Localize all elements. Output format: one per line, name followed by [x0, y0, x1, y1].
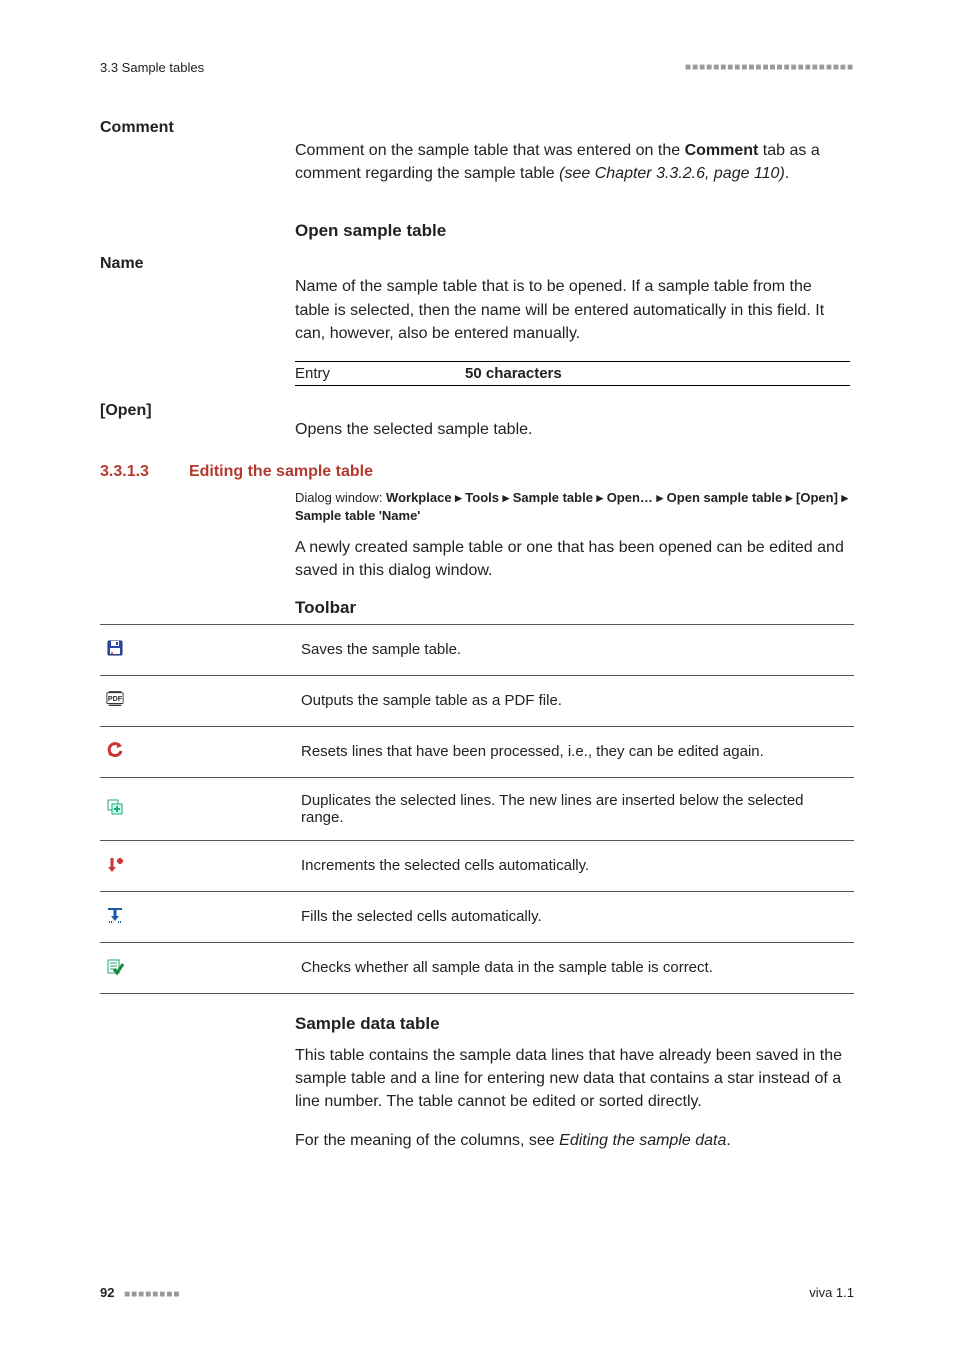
- page-footer: 92 ■■■■■■■■ viva 1.1: [100, 1285, 854, 1300]
- sample-data-table-heading: Sample data table: [295, 1014, 850, 1034]
- comment-text: Comment on the sample table that was ent…: [295, 139, 850, 185]
- name-text: Name of the sample table that is to be o…: [295, 275, 850, 345]
- dialog-path-row: Dialog window: Workplace ▸ Tools ▸ Sampl…: [100, 489, 854, 620]
- open-label: [Open]: [100, 402, 295, 420]
- editing-intro: A newly created sample table or one that…: [295, 536, 850, 582]
- sample-data-table-p2: For the meaning of the columns, see Edit…: [295, 1129, 850, 1152]
- reset-icon[interactable]: [106, 741, 124, 759]
- toolbar-desc: Resets lines that have been processed, i…: [295, 726, 854, 777]
- page-number-block: 92 ■■■■■■■■: [100, 1285, 180, 1300]
- toolbar-row-reset: Resets lines that have been processed, i…: [100, 726, 854, 777]
- pdf-icon[interactable]: PDF: [106, 690, 124, 708]
- name-label: Name: [100, 255, 295, 273]
- toolbar-desc: Checks whether all sample data in the sa…: [295, 942, 854, 993]
- entry-label: Entry: [295, 365, 465, 382]
- section-number: 3.3.1.3: [100, 463, 149, 481]
- toolbar-row-save: Saves the sample table.: [100, 624, 854, 675]
- increment-icon[interactable]: [106, 855, 124, 873]
- comment-label: Comment: [100, 119, 295, 137]
- toolbar-row-duplicate: Duplicates the selected lines. The new l…: [100, 777, 854, 840]
- toolbar-desc: Duplicates the selected lines. The new l…: [295, 777, 854, 840]
- svg-text:PDF: PDF: [108, 694, 123, 703]
- comment-block: Comment Comment on the sample table that…: [100, 115, 854, 201]
- toolbar-desc: Increments the selected cells automatica…: [295, 840, 854, 891]
- toolbar-desc: Saves the sample table.: [295, 624, 854, 675]
- toolbar-row-fill: Fills the selected cells automatically.: [100, 891, 854, 942]
- open-text: Opens the selected sample table.: [295, 418, 850, 441]
- fill-icon[interactable]: [106, 906, 124, 924]
- toolbar-desc: Fills the selected cells automatically.: [295, 891, 854, 942]
- open-block: [Open] Opens the selected sample table.: [100, 398, 854, 441]
- page-header: 3.3 Sample tables ■■■■■■■■■■■■■■■■■■■■■■…: [100, 60, 854, 75]
- dialog-path: Dialog window: Workplace ▸ Tools ▸ Sampl…: [295, 489, 850, 525]
- duplicate-icon[interactable]: [106, 798, 124, 816]
- open-sample-table-heading: Open sample table: [295, 221, 850, 241]
- toolbar-row-increment: Increments the selected cells automatica…: [100, 840, 854, 891]
- toolbar-heading: Toolbar: [295, 598, 850, 618]
- entry-line: Entry 50 characters: [295, 361, 850, 386]
- footer-version: viva 1.1: [809, 1285, 854, 1300]
- sample-data-table-block: Sample data table This table contains th…: [100, 1014, 854, 1169]
- toolbar-row-check: Checks whether all sample data in the sa…: [100, 942, 854, 993]
- check-icon[interactable]: [106, 957, 124, 975]
- sample-data-table-p1: This table contains the sample data line…: [295, 1044, 850, 1114]
- toolbar-table: Saves the sample table. PDF Outputs the …: [100, 624, 854, 994]
- document-page: 3.3 Sample tables ■■■■■■■■■■■■■■■■■■■■■■…: [0, 0, 954, 1350]
- toolbar-row-pdf: PDF Outputs the sample table as a PDF fi…: [100, 675, 854, 726]
- header-dots: ■■■■■■■■■■■■■■■■■■■■■■■■: [685, 62, 854, 73]
- save-icon[interactable]: [106, 639, 124, 657]
- name-block: Name Name of the sample table that is to…: [100, 251, 854, 386]
- page-number: 92: [100, 1285, 114, 1300]
- entry-value: 50 characters: [465, 365, 562, 382]
- section-path: 3.3 Sample tables: [100, 60, 204, 75]
- footer-dots: ■■■■■■■■: [124, 1289, 180, 1300]
- toolbar-desc: Outputs the sample table as a PDF file.: [295, 675, 854, 726]
- section-title: Editing the sample table: [189, 463, 373, 481]
- open-sample-table-block: Open sample table: [100, 221, 854, 251]
- editing-heading-row: 3.3.1.3 Editing the sample table: [100, 463, 854, 481]
